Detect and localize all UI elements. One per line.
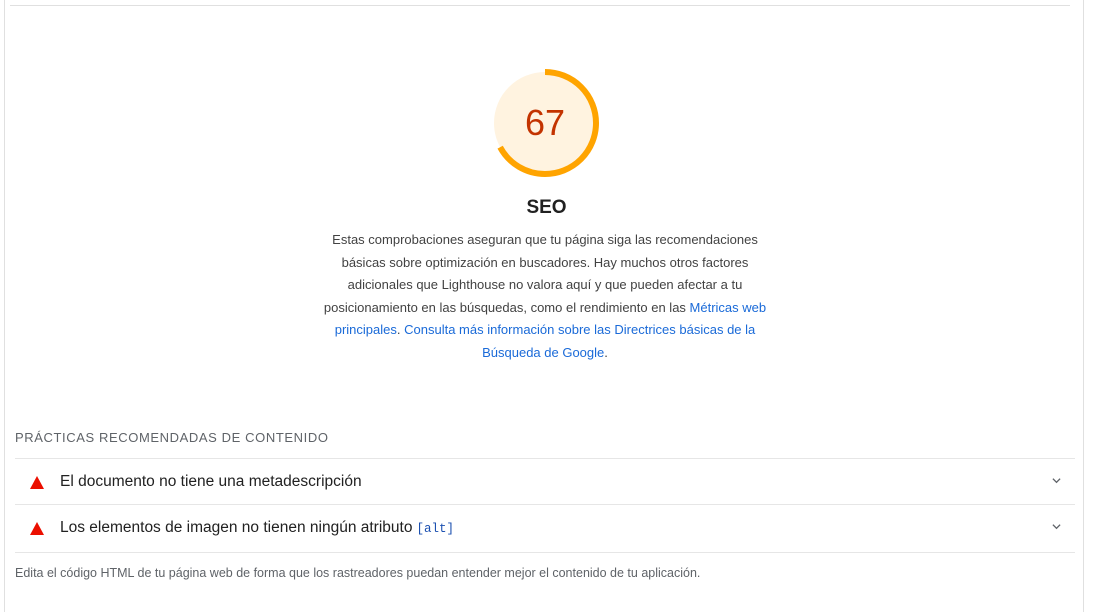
group-title: PRÁCTICAS RECOMENDADAS DE CONTENIDO [15, 430, 329, 445]
audit-meta-description[interactable]: El documento no tiene una metadescripció… [15, 458, 1075, 504]
category-description: Estas comprobaciones aseguran que tu pág… [316, 229, 774, 365]
chevron-down-icon[interactable] [1052, 476, 1061, 485]
warning-triangle-icon [30, 476, 44, 489]
section-divider [10, 5, 1070, 6]
audit-title: Los elementos de imagen no tienen ningún… [60, 505, 454, 551]
chevron-down-icon[interactable] [1052, 522, 1061, 531]
score-value: 67 [524, 102, 566, 143]
audit-title-text: Los elementos de imagen no tienen ningún… [60, 519, 413, 536]
group-divider [15, 552, 1075, 553]
group-description: Edita el código HTML de tu página web de… [15, 566, 701, 580]
audit-image-alt[interactable]: Los elementos de imagen no tienen ningún… [15, 504, 1075, 550]
audit-title: El documento no tiene una metadescripció… [60, 459, 362, 505]
audit-code: [alt] [416, 522, 454, 536]
search-guidelines-link[interactable]: Consulta más información sobre las Direc… [404, 322, 755, 360]
description-end: . [604, 344, 608, 360]
score-gauge[interactable]: 67 [490, 68, 600, 178]
warning-triangle-icon [30, 522, 44, 535]
audit-title-text: El documento no tiene una metadescripció… [60, 473, 362, 490]
category-title: SEO [526, 197, 567, 218]
